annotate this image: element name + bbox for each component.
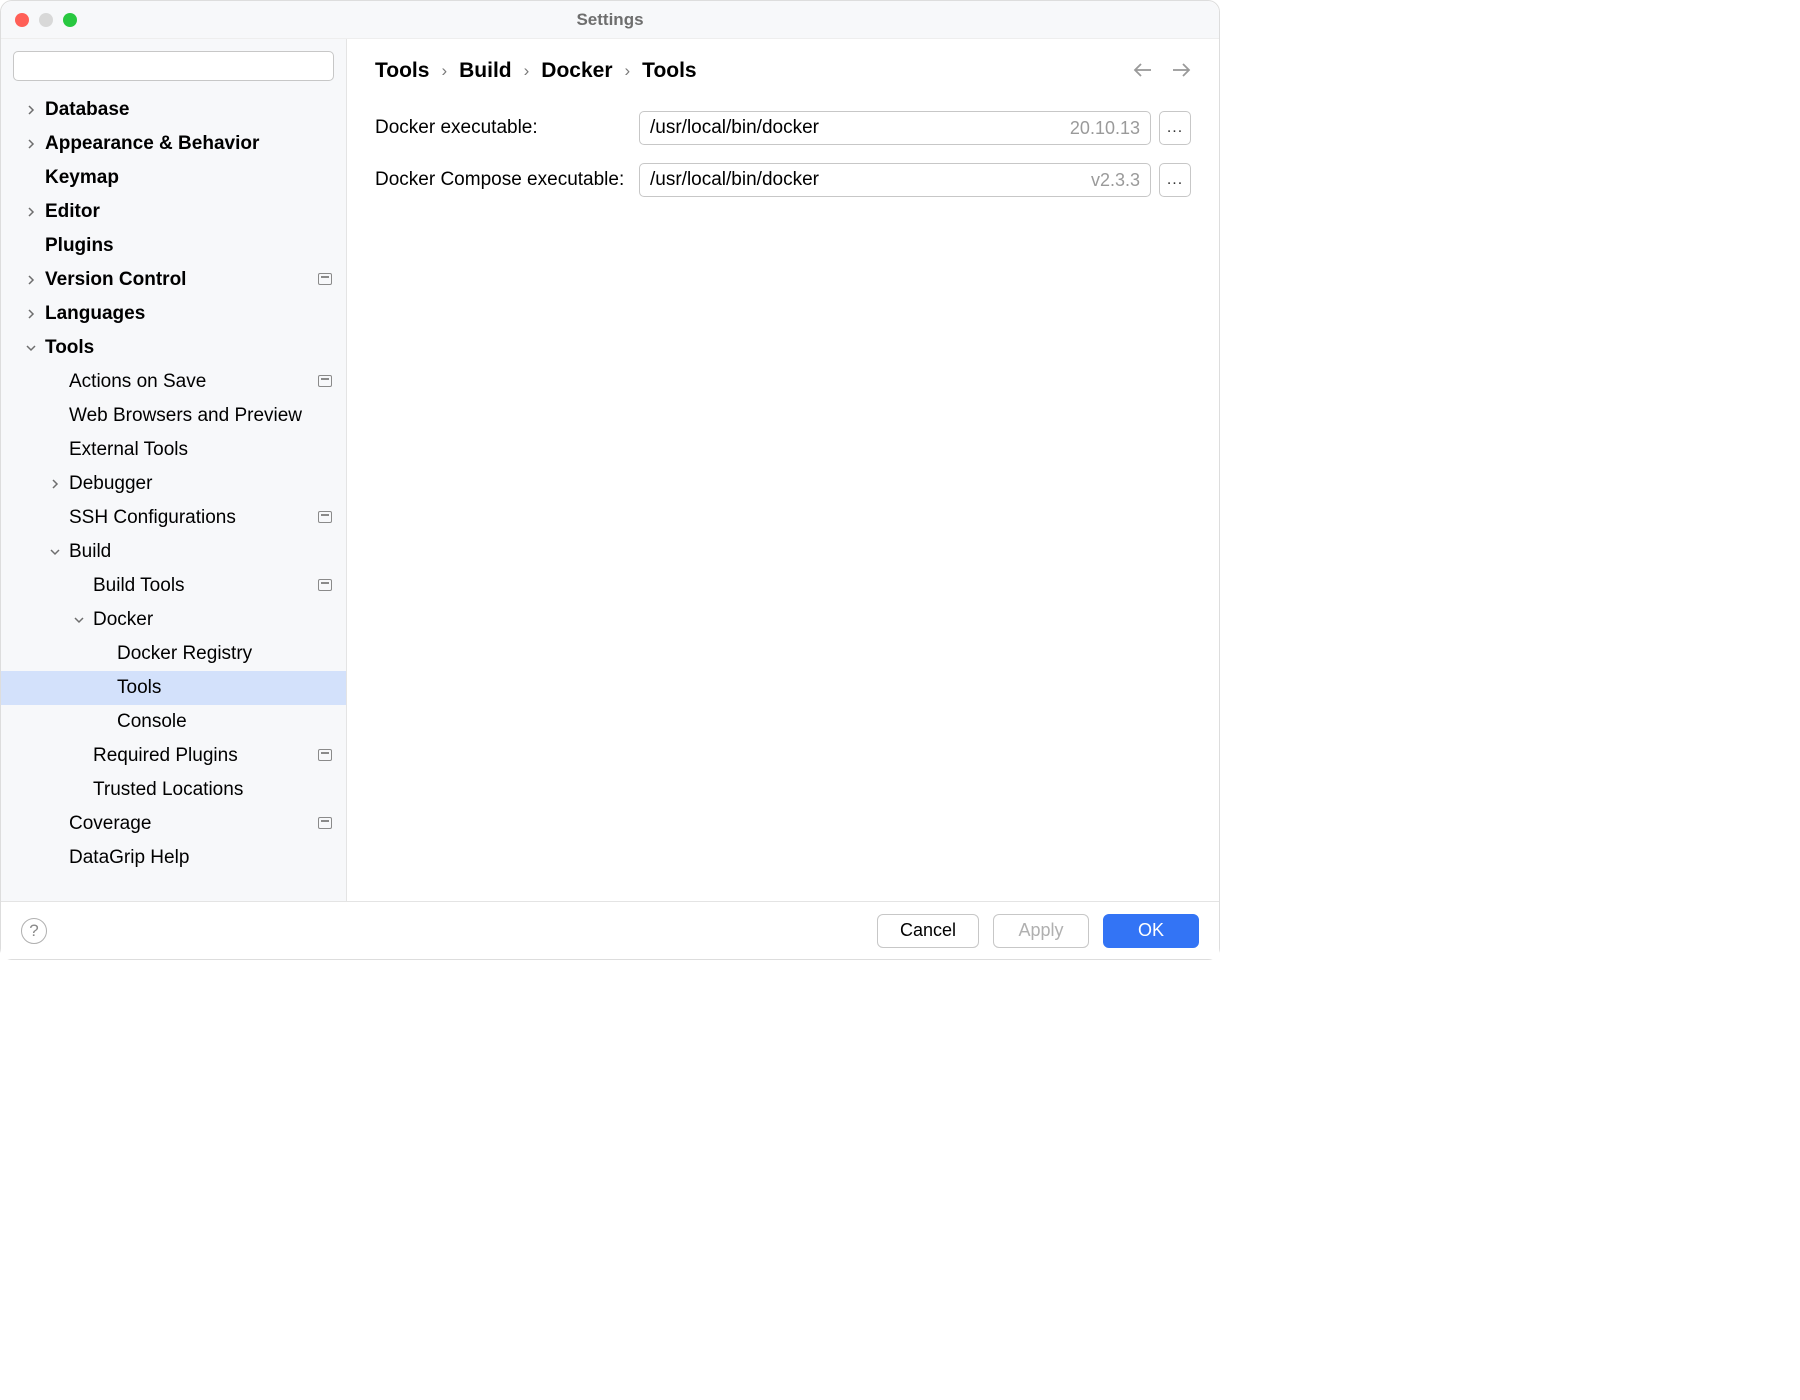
project-badge-icon: [318, 375, 332, 387]
sidebar-item-label: External Tools: [69, 439, 188, 461]
window-title: Settings: [576, 10, 643, 30]
sidebar-item-actions-on-save[interactable]: Actions on Save: [1, 365, 346, 399]
sidebar-item-docker[interactable]: Docker: [1, 603, 346, 637]
sidebar-item-trusted-locations[interactable]: Trusted Locations: [1, 773, 346, 807]
chevron-down-icon: [25, 342, 37, 354]
breadcrumb-item[interactable]: Build: [459, 59, 512, 83]
chevron-right-icon: ›: [625, 61, 631, 81]
sidebar-item-label: Docker Registry: [117, 643, 252, 665]
maximize-window-button[interactable]: [63, 13, 77, 27]
sidebar-item-label: Build Tools: [93, 575, 185, 597]
window-titlebar: Settings: [1, 1, 1219, 39]
sidebar-item-label: Tools: [117, 677, 161, 699]
breadcrumb-item[interactable]: Tools: [375, 59, 429, 83]
back-button[interactable]: [1133, 61, 1153, 83]
compose-version-hint: v2.3.3: [1091, 170, 1140, 191]
settings-tree: Database Appearance & Behavior Keymap Ed…: [1, 89, 346, 901]
sidebar-item-database[interactable]: Database: [1, 93, 346, 127]
sidebar-item-external-tools[interactable]: External Tools: [1, 433, 346, 467]
sidebar-item-label: Coverage: [69, 813, 151, 835]
settings-sidebar: Database Appearance & Behavior Keymap Ed…: [1, 39, 347, 901]
sidebar-item-build[interactable]: Build: [1, 535, 346, 569]
chevron-right-icon: [25, 138, 37, 150]
docker-executable-label: Docker executable:: [375, 117, 639, 139]
sidebar-item-label: Actions on Save: [69, 371, 206, 393]
apply-button[interactable]: Apply: [993, 914, 1089, 948]
breadcrumb: Tools › Build › Docker › Tools: [375, 59, 1191, 83]
help-button[interactable]: ?: [21, 918, 47, 944]
sidebar-item-plugins[interactable]: Plugins: [1, 229, 346, 263]
sidebar-item-label: DataGrip Help: [69, 847, 189, 869]
sidebar-item-label: Debugger: [69, 473, 152, 495]
sidebar-item-label: Editor: [45, 201, 100, 223]
sidebar-item-label: Trusted Locations: [93, 779, 243, 801]
sidebar-item-ssh-configurations[interactable]: SSH Configurations: [1, 501, 346, 535]
docker-compose-executable-label: Docker Compose executable:: [375, 169, 639, 191]
chevron-down-icon: [73, 614, 85, 626]
chevron-right-icon: [25, 308, 37, 320]
close-window-button[interactable]: [15, 13, 29, 27]
sidebar-item-build-tools[interactable]: Build Tools: [1, 569, 346, 603]
sidebar-item-docker-console[interactable]: Console: [1, 705, 346, 739]
chevron-right-icon: ›: [441, 61, 447, 81]
chevron-right-icon: [25, 104, 37, 116]
sidebar-item-docker-registry[interactable]: Docker Registry: [1, 637, 346, 671]
sidebar-item-label: Required Plugins: [93, 745, 238, 767]
sidebar-item-docker-tools[interactable]: Tools: [1, 671, 346, 705]
sidebar-item-label: Console: [117, 711, 187, 733]
traffic-lights: [15, 13, 77, 27]
settings-content: Tools › Build › Docker › Tools Docker ex…: [347, 39, 1219, 901]
sidebar-item-required-plugins[interactable]: Required Plugins: [1, 739, 346, 773]
docker-executable-input[interactable]: /usr/local/bin/docker 20.10.13: [639, 111, 1151, 145]
chevron-right-icon: [25, 274, 37, 286]
browse-docker-button[interactable]: ...: [1159, 111, 1191, 145]
sidebar-item-web-browsers[interactable]: Web Browsers and Preview: [1, 399, 346, 433]
sidebar-item-languages[interactable]: Languages: [1, 297, 346, 331]
sidebar-item-label: Plugins: [45, 235, 114, 257]
forward-button[interactable]: [1171, 61, 1191, 83]
ok-button[interactable]: OK: [1103, 914, 1199, 948]
docker-compose-executable-input[interactable]: /usr/local/bin/docker v2.3.3: [639, 163, 1151, 197]
project-badge-icon: [318, 579, 332, 591]
input-value: /usr/local/bin/docker: [650, 169, 819, 191]
browse-compose-button[interactable]: ...: [1159, 163, 1191, 197]
project-badge-icon: [318, 817, 332, 829]
sidebar-item-debugger[interactable]: Debugger: [1, 467, 346, 501]
docker-version-hint: 20.10.13: [1070, 118, 1140, 139]
sidebar-item-appearance[interactable]: Appearance & Behavior: [1, 127, 346, 161]
sidebar-item-datagrip-help[interactable]: DataGrip Help: [1, 841, 346, 875]
input-value: /usr/local/bin/docker: [650, 117, 819, 139]
sidebar-item-label: Docker: [93, 609, 153, 631]
sidebar-item-coverage[interactable]: Coverage: [1, 807, 346, 841]
sidebar-item-label: Languages: [45, 303, 145, 325]
dialog-footer: ? Cancel Apply OK: [1, 901, 1219, 959]
project-badge-icon: [318, 273, 332, 285]
sidebar-item-tools[interactable]: Tools: [1, 331, 346, 365]
sidebar-item-label: Version Control: [45, 269, 186, 291]
sidebar-item-label: SSH Configurations: [69, 507, 236, 529]
sidebar-item-label: Web Browsers and Preview: [69, 405, 302, 427]
project-badge-icon: [318, 511, 332, 523]
sidebar-item-label: Appearance & Behavior: [45, 133, 259, 155]
chevron-right-icon: ›: [524, 61, 530, 81]
cancel-button[interactable]: Cancel: [877, 914, 979, 948]
sidebar-item-label: Tools: [45, 337, 94, 359]
project-badge-icon: [318, 749, 332, 761]
sidebar-item-label: Build: [69, 541, 111, 563]
chevron-right-icon: [49, 478, 61, 490]
chevron-down-icon: [49, 546, 61, 558]
sidebar-item-label: Keymap: [45, 167, 119, 189]
chevron-right-icon: [25, 206, 37, 218]
settings-search-input[interactable]: [13, 51, 334, 81]
sidebar-item-version-control[interactable]: Version Control: [1, 263, 346, 297]
sidebar-item-keymap[interactable]: Keymap: [1, 161, 346, 195]
sidebar-item-editor[interactable]: Editor: [1, 195, 346, 229]
breadcrumb-item: Tools: [642, 59, 696, 83]
breadcrumb-item[interactable]: Docker: [541, 59, 612, 83]
sidebar-item-label: Database: [45, 99, 130, 121]
minimize-window-button[interactable]: [39, 13, 53, 27]
